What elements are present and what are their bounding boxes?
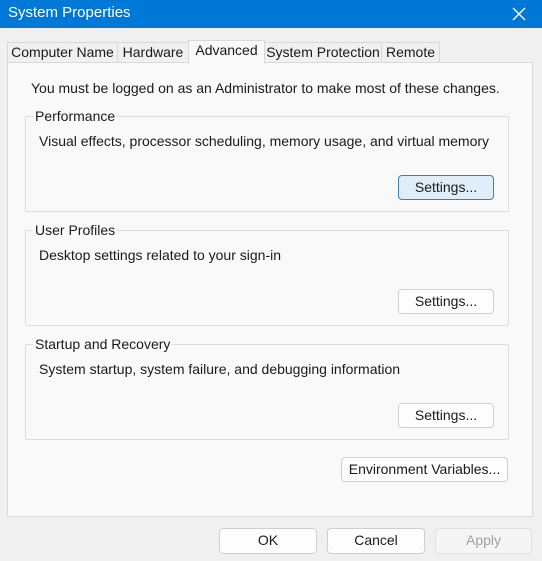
close-icon [512, 7, 526, 21]
performance-description: Visual effects, processor scheduling, me… [39, 133, 490, 149]
tab-system-protection[interactable]: System Protection [264, 42, 382, 63]
startup-recovery-description: System startup, system failure, and debu… [39, 361, 401, 377]
performance-settings-button[interactable]: Settings... [398, 175, 494, 200]
performance-heading: Performance [33, 108, 118, 124]
window-title: System Properties [8, 4, 131, 21]
apply-button[interactable]: Apply [435, 528, 532, 554]
user-profiles-heading: User Profiles [33, 222, 118, 238]
user-profiles-group: User Profiles Desktop settings related t… [25, 223, 509, 326]
startup-recovery-settings-button[interactable]: Settings... [398, 403, 494, 428]
cancel-button[interactable]: Cancel [327, 528, 425, 554]
close-button[interactable] [496, 0, 542, 28]
system-properties-dialog: System Properties Computer Name Hardware… [0, 0, 542, 561]
tab-hardware[interactable]: Hardware [117, 42, 189, 63]
admin-note: You must be logged on as an Administrato… [31, 80, 500, 96]
tab-remote[interactable]: Remote [381, 42, 440, 63]
performance-group: Performance Visual effects, processor sc… [25, 109, 509, 212]
tab-advanced[interactable]: Advanced [188, 40, 265, 64]
environment-variables-button[interactable]: Environment Variables... [341, 457, 508, 482]
user-profiles-description: Desktop settings related to your sign-in [39, 247, 282, 263]
advanced-tab-page: You must be logged on as an Administrato… [7, 62, 533, 517]
user-profiles-settings-button[interactable]: Settings... [398, 289, 494, 314]
title-bar: System Properties [0, 0, 542, 28]
startup-recovery-heading: Startup and Recovery [33, 336, 173, 352]
tab-computer-name[interactable]: Computer Name [7, 42, 118, 63]
startup-recovery-group: Startup and Recovery System startup, sys… [25, 337, 509, 440]
ok-button[interactable]: OK [219, 528, 317, 554]
